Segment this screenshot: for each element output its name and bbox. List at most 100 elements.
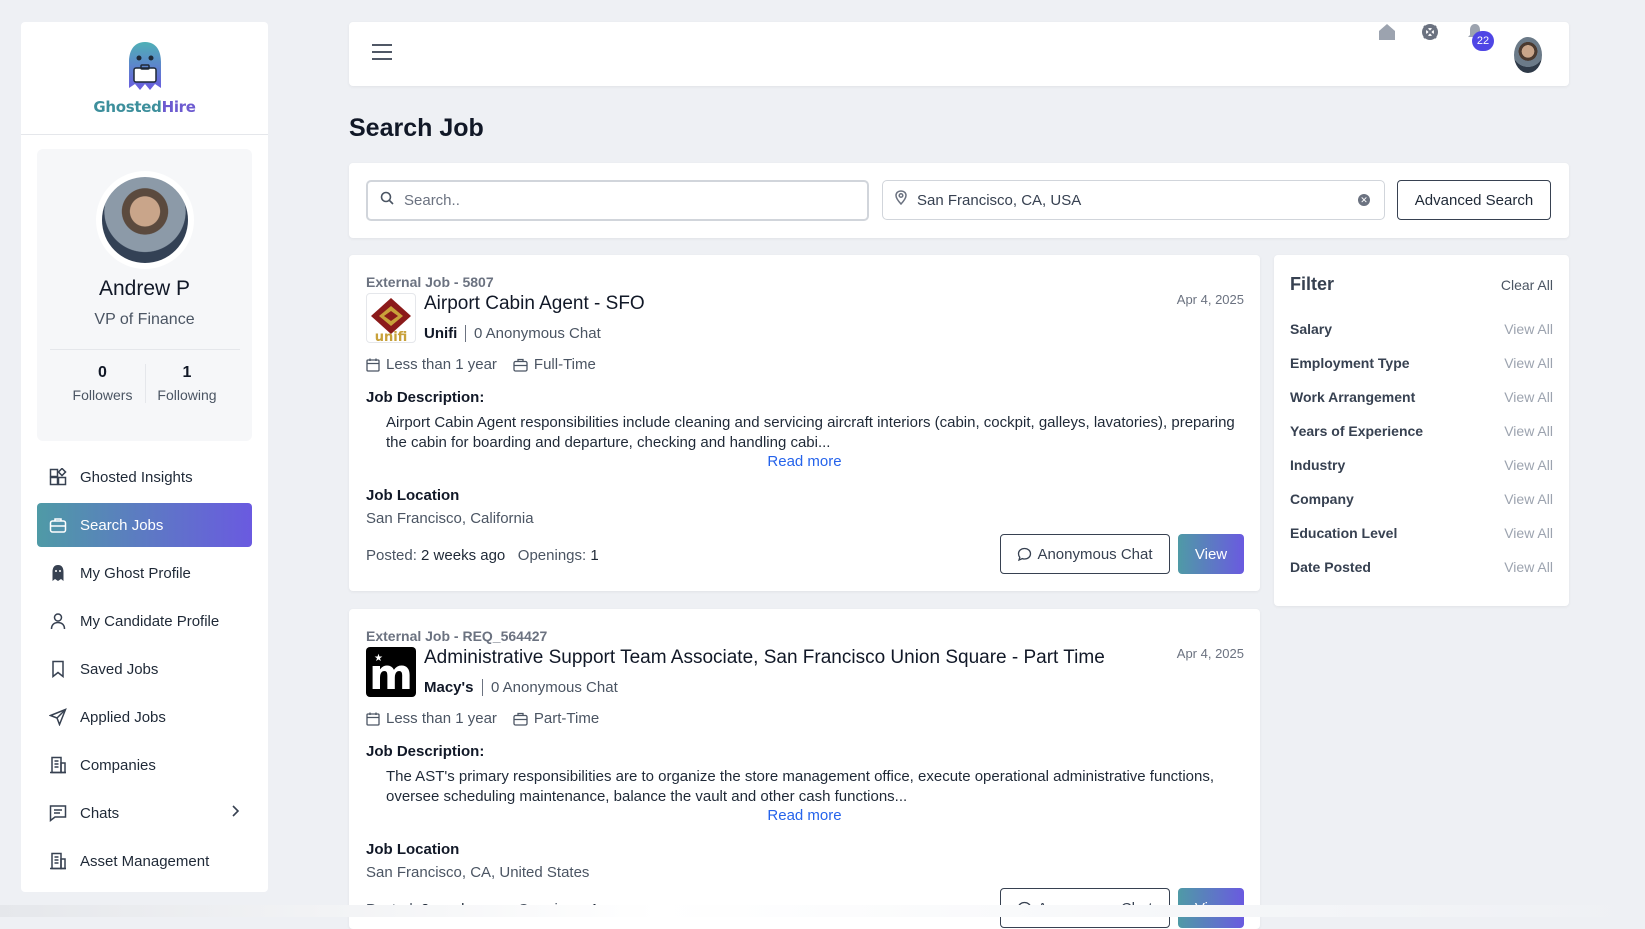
view-all-link[interactable]: View All xyxy=(1504,525,1553,541)
home-icon[interactable] xyxy=(1377,22,1397,42)
sidebar-item-label: Saved Jobs xyxy=(80,660,159,678)
read-more-link[interactable]: Read more xyxy=(349,453,1260,470)
sidebar-item-saved-jobs[interactable]: Saved Jobs xyxy=(37,647,252,691)
view-all-link[interactable]: View All xyxy=(1504,321,1553,337)
following-stat[interactable]: 1 Following xyxy=(144,364,229,403)
description-label: Job Description: xyxy=(366,389,485,406)
clear-location-icon[interactable]: ✕ xyxy=(1358,194,1370,206)
anonymous-chat-count: 0 Anonymous Chat xyxy=(482,679,618,696)
company-logo[interactable]: unifi xyxy=(366,293,416,345)
search-input[interactable] xyxy=(404,192,834,209)
view-all-link[interactable]: View All xyxy=(1504,491,1553,507)
job-location: San Francisco, California xyxy=(366,510,534,527)
view-all-link[interactable]: View All xyxy=(1504,355,1553,371)
sidebar-item-applied-jobs[interactable]: Applied Jobs xyxy=(37,695,252,739)
search-field[interactable] xyxy=(366,180,869,221)
bookmark-icon xyxy=(48,659,68,679)
briefcase-icon xyxy=(48,515,68,535)
view-job-button[interactable]: View xyxy=(1178,534,1244,574)
profile-role: VP of Finance xyxy=(94,311,195,328)
followers-stat[interactable]: 0 Followers xyxy=(61,364,145,403)
chevron-right-icon[interactable] xyxy=(230,804,240,822)
sidebar: GhostedHire Andrew P VP of Finance 0 Fol… xyxy=(21,22,268,892)
filter-panel: Filter Clear All Salary View All Employme… xyxy=(1274,255,1569,606)
job-card: External Job - 5807 Apr 4, 2025 unifi Ai… xyxy=(349,255,1260,591)
job-meta: Less than 1 year Full-Time xyxy=(366,356,612,373)
svg-text:★: ★ xyxy=(374,653,383,664)
view-all-link[interactable]: View All xyxy=(1504,457,1553,473)
experience-text: Less than 1 year xyxy=(386,710,497,727)
posted-value: 2 weeks ago xyxy=(421,547,506,564)
job-company[interactable]: Macy's xyxy=(424,679,473,696)
filter-name: Industry xyxy=(1290,457,1346,473)
location-label: Job Location xyxy=(366,841,460,858)
filter-name: Company xyxy=(1290,491,1354,507)
job-title[interactable]: Airport Cabin Agent - SFO xyxy=(424,293,645,315)
calendar-icon xyxy=(366,358,380,372)
view-all-link[interactable]: View All xyxy=(1504,559,1553,575)
employment-meta: Full-Time xyxy=(513,356,596,373)
company-logo[interactable]: m ★ xyxy=(366,647,416,699)
openings-value: 1 xyxy=(590,547,599,564)
sidebar-item-asset-management[interactable]: Asset Management xyxy=(37,839,252,883)
description-label: Job Description: xyxy=(366,743,485,760)
sidebar-item-label: Companies xyxy=(80,756,156,774)
anonymous-chat-label: Anonymous Chat xyxy=(1037,545,1153,563)
read-more-link[interactable]: Read more xyxy=(349,807,1260,824)
filter-name: Years of Experience xyxy=(1290,423,1424,439)
filter-name: Salary xyxy=(1290,321,1333,337)
view-all-link[interactable]: View All xyxy=(1504,423,1553,439)
advanced-search-button[interactable]: Advanced Search xyxy=(1397,180,1551,220)
filter-row-company: Company View All xyxy=(1290,491,1553,507)
view-all-link[interactable]: View All xyxy=(1504,389,1553,405)
anonymous-chat-count: 0 Anonymous Chat xyxy=(465,325,601,342)
job-location: San Francisco, CA, United States xyxy=(366,864,590,881)
sidebar-nav: Ghosted Insights Search Jobs My Ghost Pr… xyxy=(21,455,268,883)
clear-all-button[interactable]: Clear All xyxy=(1501,277,1553,293)
building-icon xyxy=(48,755,68,775)
profile-name: Andrew P xyxy=(98,277,191,300)
filter-name: Education Level xyxy=(1290,525,1398,541)
profile-divider xyxy=(49,349,240,350)
profile-card: Andrew P VP of Finance 0 Followers 1 Fol… xyxy=(37,149,252,441)
sidebar-item-search-jobs[interactable]: Search Jobs xyxy=(37,503,252,547)
job-meta: Less than 1 year Part-Time xyxy=(366,710,615,727)
avatar[interactable] xyxy=(95,171,194,269)
posted-info: Posted: 2 weeks ago Openings: 1 xyxy=(366,547,599,564)
filter-row-education-level: Education Level View All xyxy=(1290,525,1553,541)
sidebar-item-chats[interactable]: Chats xyxy=(37,791,252,835)
sidebar-item-companies[interactable]: Companies xyxy=(37,743,252,787)
filter-row-years-of-experience: Years of Experience View All xyxy=(1290,423,1553,439)
job-date: Apr 4, 2025 xyxy=(1176,292,1244,307)
filter-row-work-arrangement: Work Arrangement View All xyxy=(1290,389,1553,405)
experience-meta: Less than 1 year xyxy=(366,356,497,373)
hamburger-menu-icon[interactable] xyxy=(371,43,393,66)
filter-name: Date Posted xyxy=(1290,559,1371,575)
ghost-logo-icon xyxy=(128,42,161,90)
sidebar-item-my-ghost-profile[interactable]: My Ghost Profile xyxy=(37,551,252,595)
experience-text: Less than 1 year xyxy=(386,356,497,373)
send-icon xyxy=(48,707,68,727)
support-icon[interactable] xyxy=(1420,22,1440,42)
search-bar: ✕ Advanced Search xyxy=(349,163,1569,238)
experience-meta: Less than 1 year xyxy=(366,710,497,727)
job-title[interactable]: Administrative Support Team Associate, S… xyxy=(424,647,1105,669)
notification-badge: 22 xyxy=(1472,31,1494,51)
sidebar-item-label: Ghosted Insights xyxy=(80,468,193,486)
building-icon xyxy=(48,851,68,871)
user-avatar[interactable] xyxy=(1514,37,1542,73)
following-label: Following xyxy=(157,387,217,403)
logo[interactable]: GhostedHire xyxy=(21,22,268,135)
job-company[interactable]: Unifi xyxy=(424,325,457,342)
insights-grid-icon xyxy=(48,467,68,487)
location-field[interactable]: ✕ xyxy=(882,180,1385,220)
user-icon xyxy=(48,611,68,631)
anonymous-chat-button[interactable]: Anonymous Chat xyxy=(1000,534,1170,574)
employment-meta: Part-Time xyxy=(513,710,599,727)
sidebar-item-my-candidate-profile[interactable]: My Candidate Profile xyxy=(37,599,252,643)
ghost-icon xyxy=(48,563,68,583)
job-description: Airport Cabin Agent responsibilities inc… xyxy=(386,414,1235,451)
location-input[interactable] xyxy=(917,191,1347,209)
logo-text: GhostedHire xyxy=(93,98,196,116)
sidebar-item-ghosted-insights[interactable]: Ghosted Insights xyxy=(37,455,252,499)
